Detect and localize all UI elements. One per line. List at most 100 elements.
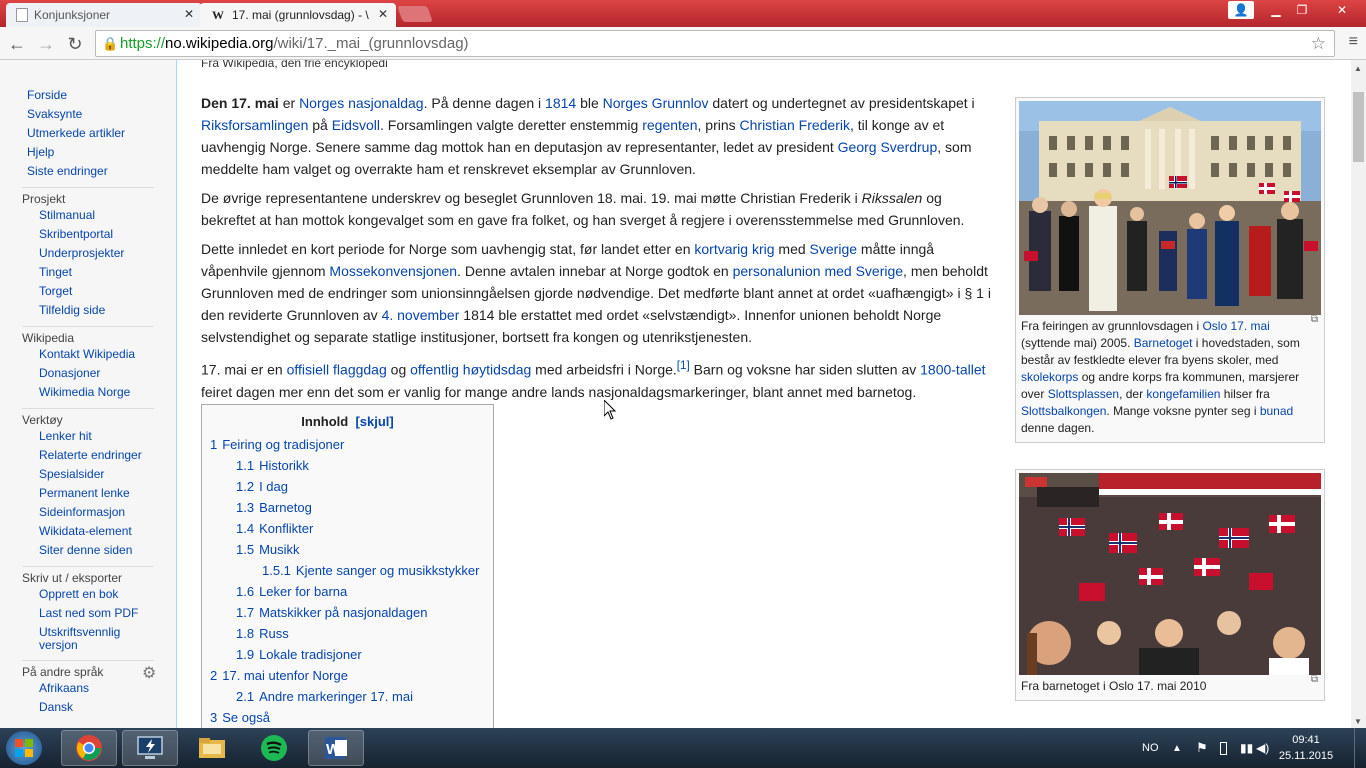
sidebar-link[interactable]: Tilfeldig side bbox=[39, 301, 176, 320]
maximize-icon[interactable]: ❐ bbox=[1288, 0, 1316, 20]
sidebar-link[interactable]: Utskriftsvennlig versjon bbox=[39, 626, 139, 652]
reload-icon[interactable]: ↻ bbox=[65, 34, 85, 54]
minimize-icon[interactable]: ▁ bbox=[1262, 0, 1290, 20]
link[interactable]: offisiell flaggdag bbox=[287, 362, 387, 378]
sidebar-link[interactable]: Forside bbox=[27, 86, 176, 105]
sidebar-link[interactable]: Opprett en bok bbox=[39, 585, 176, 604]
volume-icon[interactable]: ◀) bbox=[1256, 728, 1269, 768]
sidebar-link[interactable]: Utmerkede artikler bbox=[27, 124, 176, 143]
toc-item[interactable]: 1 Feiring og tradisjoner bbox=[210, 434, 485, 455]
toc-item[interactable]: 1.5.1 Kjente sanger og musikkstykker bbox=[210, 560, 485, 581]
sidebar-link[interactable]: Donasjoner bbox=[39, 364, 176, 383]
toc-item[interactable]: 1.7 Matskikker på nasjonaldagen bbox=[210, 602, 485, 623]
link[interactable]: Christian Frederik bbox=[740, 117, 850, 133]
link[interactable]: Mossekonvensjonen bbox=[329, 263, 457, 279]
link[interactable]: Norges Grunnlov bbox=[603, 95, 709, 111]
toc-toggle-link[interactable]: [skjul] bbox=[355, 414, 393, 429]
sidebar-link[interactable]: Siter denne siden bbox=[39, 541, 176, 560]
taskbar-chrome-button[interactable] bbox=[61, 730, 117, 766]
toc-item[interactable]: 2.1 Andre markeringer 17. mai bbox=[210, 686, 485, 707]
close-window-icon[interactable]: ✕ bbox=[1322, 0, 1362, 20]
taskbar-remote-desktop-button[interactable] bbox=[122, 730, 178, 766]
toc-item[interactable]: 2 17. mai utenfor Norge bbox=[210, 665, 485, 686]
link[interactable]: kongefamilien bbox=[1146, 387, 1220, 401]
link[interactable]: Eidsvoll bbox=[332, 117, 380, 133]
footnote-link[interactable]: [1] bbox=[677, 359, 690, 372]
toc-item[interactable]: 1.5 Musikk bbox=[210, 539, 485, 560]
menu-icon[interactable]: ≡ bbox=[1349, 33, 1358, 51]
sidebar-link[interactable]: Wikidata-element bbox=[39, 522, 176, 541]
toc-item[interactable]: 1.1 Historikk bbox=[210, 455, 485, 476]
show-desktop-button[interactable] bbox=[1354, 728, 1366, 768]
back-icon[interactable]: ← bbox=[7, 34, 27, 54]
link[interactable]: personalunion med Sverige bbox=[733, 263, 903, 279]
scroll-up-icon[interactable]: ▲ bbox=[1354, 64, 1362, 73]
link[interactable]: Georg Sverdrup bbox=[838, 139, 938, 155]
sidebar-link[interactable]: Stilmanual bbox=[39, 206, 176, 225]
sidebar-link[interactable]: Relaterte endringer bbox=[39, 446, 176, 465]
toc-item[interactable]: 1.8 Russ bbox=[210, 623, 485, 644]
sidebar-link[interactable]: Svaksynte bbox=[27, 105, 176, 124]
scroll-down-icon[interactable]: ▼ bbox=[1354, 717, 1362, 726]
close-tab-icon[interactable]: ✕ bbox=[378, 7, 388, 21]
toc-item[interactable]: 1.9 Lokale tradisjoner bbox=[210, 644, 485, 665]
sidebar-link[interactable]: Torget bbox=[39, 282, 176, 301]
link[interactable]: Slottsbalkongen bbox=[1021, 404, 1106, 418]
link[interactable]: 4. november bbox=[382, 307, 460, 323]
link[interactable]: 1814 bbox=[545, 95, 576, 111]
network-icon[interactable]: ▮▮ bbox=[1240, 728, 1253, 768]
link[interactable]: Oslo bbox=[1202, 319, 1227, 333]
link[interactable]: offentlig høytidsdag bbox=[410, 362, 531, 378]
language-indicator[interactable]: NO bbox=[1142, 728, 1159, 768]
sidebar-link[interactable]: Dansk bbox=[39, 698, 176, 717]
link[interactable]: kortvarig krig bbox=[694, 241, 774, 257]
scroll-thumb[interactable] bbox=[1353, 92, 1364, 162]
enlarge-icon[interactable]: ⧉ bbox=[1311, 674, 1318, 685]
link[interactable]: Norges nasjonaldag bbox=[299, 95, 424, 111]
palace-photo[interactable] bbox=[1019, 101, 1321, 315]
sidebar-link[interactable]: Spesialsider bbox=[39, 465, 176, 484]
sidebar-link[interactable]: Wikimedia Norge bbox=[39, 383, 176, 402]
sidebar-link[interactable]: Permanent lenke bbox=[39, 484, 176, 503]
link[interactable]: Slottsplassen bbox=[1048, 387, 1119, 401]
link[interactable]: 1800-tallet bbox=[920, 362, 985, 378]
start-button[interactable] bbox=[6, 731, 42, 765]
battery-icon[interactable] bbox=[1220, 728, 1227, 768]
clock[interactable]: 09:41 25.11.2015 bbox=[1276, 732, 1336, 764]
sidebar-link[interactable]: Lenker hit bbox=[39, 427, 176, 446]
sidebar-link[interactable]: Hjelp bbox=[27, 143, 176, 162]
link[interactable]: Barnetoget bbox=[1134, 336, 1193, 350]
sidebar-link[interactable]: Underprosjekter bbox=[39, 244, 176, 263]
link[interactable]: regenten bbox=[642, 117, 697, 133]
page-scrollbar[interactable]: ▲ ▼ bbox=[1351, 60, 1366, 728]
user-profile-icon[interactable]: 👤 bbox=[1228, 1, 1254, 19]
enlarge-icon[interactable]: ⧉ bbox=[1311, 314, 1318, 325]
forward-icon[interactable]: → bbox=[36, 34, 56, 54]
taskbar-word-button[interactable]: W bbox=[308, 730, 364, 766]
close-tab-icon[interactable]: ✕ bbox=[184, 7, 194, 21]
show-hidden-icons-icon[interactable]: ▲ bbox=[1172, 728, 1182, 768]
gear-icon[interactable]: ⚙ bbox=[142, 663, 156, 683]
link[interactable]: Sverige bbox=[810, 241, 857, 257]
toc-item[interactable]: 1.6 Leker for barna bbox=[210, 581, 485, 602]
new-tab-button[interactable] bbox=[397, 6, 433, 22]
sidebar-link[interactable]: Skribentportal bbox=[39, 225, 176, 244]
toc-item[interactable]: 3 Se også bbox=[210, 707, 485, 728]
taskbar-explorer-button[interactable] bbox=[184, 730, 240, 766]
tab-konjunksjoner[interactable]: Konjunksjoner ✕ bbox=[6, 3, 202, 27]
address-bar[interactable]: 🔒 https://no.wikipedia.org/wiki/17._mai_… bbox=[95, 30, 1335, 57]
sidebar-link[interactable]: Kontakt Wikipedia bbox=[39, 345, 176, 364]
link[interactable]: bunad bbox=[1260, 404, 1293, 418]
barnetog-photo[interactable] bbox=[1019, 473, 1321, 675]
link[interactable]: 17. mai bbox=[1230, 319, 1269, 333]
sidebar-link[interactable]: Sideinformasjon bbox=[39, 503, 176, 522]
link[interactable]: skolekorps bbox=[1021, 370, 1078, 384]
sidebar-link[interactable]: Siste endringer bbox=[27, 162, 176, 181]
action-center-flag-icon[interactable]: ⚑ bbox=[1196, 728, 1208, 768]
sidebar-link[interactable]: Tinget bbox=[39, 263, 176, 282]
toc-item[interactable]: 1.2 I dag bbox=[210, 476, 485, 497]
tab-17-mai[interactable]: W 17. mai (grunnlovsdag) - \ ✕ bbox=[200, 3, 396, 27]
sidebar-link[interactable]: Last ned som PDF bbox=[39, 604, 176, 623]
link[interactable]: Riksforsamlingen bbox=[201, 117, 308, 133]
taskbar-spotify-button[interactable] bbox=[246, 730, 302, 766]
